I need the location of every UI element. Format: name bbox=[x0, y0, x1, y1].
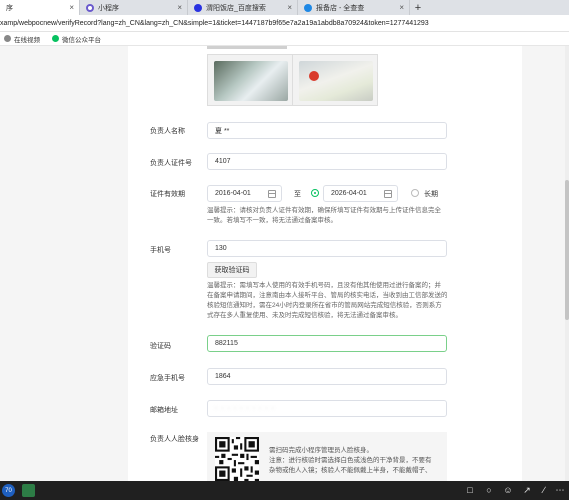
bookmark-video-label: 在线视频 bbox=[14, 36, 40, 44]
id-card-back-image[interactable] bbox=[292, 54, 378, 106]
id-card-front-photo bbox=[214, 61, 288, 101]
validity-to-text: 至 bbox=[294, 191, 301, 198]
face-verify-line: 需扫码完成小程序管理员人脸核身。 bbox=[269, 447, 373, 454]
bookmark-video[interactable]: 在线视频 bbox=[4, 34, 40, 44]
calendar-icon bbox=[384, 190, 392, 198]
square-icon[interactable]: □ bbox=[465, 485, 475, 495]
validity-tip: 温馨提示：请核对负责人证件有效期，确保所填写证件有效期与上传证件信息完全 一致。… bbox=[207, 206, 441, 226]
bookmark-wechat-mp[interactable]: 微信公众平台 bbox=[52, 34, 101, 44]
get-code-button[interactable]: 获取验证码 bbox=[207, 262, 257, 278]
tab-1-close-icon[interactable]: × bbox=[69, 3, 74, 12]
id-card-back-photo bbox=[299, 61, 373, 101]
emergency-phone-input[interactable]: 1864 bbox=[207, 368, 447, 385]
id-number-label: 负责人证件号 bbox=[150, 160, 192, 167]
scrollbar-thumb[interactable] bbox=[565, 180, 569, 320]
validity-tip-line: 温馨提示：请核对负责人证件有效期，确保所填写证件有效期与上传证件信息完全 bbox=[207, 207, 441, 214]
validity-end-value: 2026-04-01 bbox=[331, 190, 367, 197]
upload-caption bbox=[207, 46, 287, 49]
emergency-phone-label: 应急手机号 bbox=[150, 375, 185, 382]
calendar-icon bbox=[268, 190, 276, 198]
long-term-label: 长期 bbox=[424, 191, 438, 198]
tab-3-close-icon[interactable]: × bbox=[287, 3, 292, 12]
baidu-icon bbox=[194, 3, 202, 12]
face-verify-box: 需扫码完成小程序管理员人脸核身。 注意：进行核验时需选择白色或浅色的干净背景，不… bbox=[207, 432, 447, 482]
address-bar[interactable]: xamp/webpocnew/verifyRecord?lang=zh_CN&l… bbox=[0, 15, 569, 32]
long-term-radio[interactable] bbox=[411, 189, 419, 197]
validity-end-date[interactable]: 2026-04-01 bbox=[323, 185, 398, 202]
tab-4-close-icon[interactable]: × bbox=[399, 3, 404, 12]
emoji-icon[interactable]: ☺ bbox=[503, 485, 513, 495]
qcc-icon bbox=[304, 3, 312, 12]
tab-1[interactable]: 序 × bbox=[0, 0, 80, 15]
bookmark-wechat-label: 微信公众平台 bbox=[62, 36, 101, 44]
id-card-front-image[interactable] bbox=[207, 54, 293, 106]
phone-tip-line: 温馨提示：需填写本人使用的有效手机号码，且没有他其他使用过进行备案的；并 bbox=[207, 282, 441, 289]
end-date-radio[interactable] bbox=[311, 189, 319, 197]
id-number-input[interactable]: 4107 bbox=[207, 153, 447, 170]
arrow-icon[interactable]: ↗ bbox=[522, 485, 532, 495]
new-tab-button[interactable]: + bbox=[410, 0, 426, 15]
tab-4-title: 报备店 - 全查查 bbox=[316, 4, 365, 12]
tab-2-title: 小程序 bbox=[98, 4, 119, 12]
phone-tip-line: 在备案申请期间，注意南由本人接听平台、管局的核实电话，当收到由工信部发送的 bbox=[207, 292, 448, 299]
verify-code-input[interactable]: 882115 bbox=[207, 335, 447, 352]
national-emblem-icon bbox=[309, 71, 319, 81]
taskbar-wechat-icon[interactable] bbox=[22, 484, 35, 497]
qr-code-icon[interactable] bbox=[215, 437, 259, 481]
person-name-label: 负责人名称 bbox=[150, 128, 185, 135]
validity-label: 证件有效期 bbox=[150, 191, 185, 198]
more-icon[interactable]: ⋯ bbox=[555, 485, 565, 495]
validity-start-value: 2016-04-01 bbox=[215, 190, 251, 197]
face-verify-line: 注意：进行核验时需选择白色或浅色的干净背景，不要有 bbox=[269, 457, 432, 464]
wechat-icon bbox=[52, 35, 59, 42]
validity-start-date[interactable]: 2016-04-01 bbox=[207, 185, 282, 202]
face-verify-label: 负责人人脸核身 bbox=[150, 436, 199, 443]
face-verify-line: 杂物或他人入镜；核验人不能佩戴上半身，不能戴帽子、 bbox=[269, 467, 432, 474]
video-icon bbox=[4, 35, 11, 42]
email-input[interactable]: · · · · · · · · · · bbox=[207, 400, 447, 417]
taskbar-app-icon[interactable]: 70 bbox=[2, 484, 15, 497]
miniprogram-icon bbox=[86, 3, 94, 12]
email-value: · · · · · · · · · · bbox=[215, 405, 275, 412]
taskbar: 70 □ ○ ☺ ↗ ∕ ⋯ bbox=[0, 481, 569, 500]
face-verify-desc: 需扫码完成小程序管理员人脸核身。 注意：进行核验时需选择白色或浅色的干净背景，不… bbox=[269, 446, 445, 476]
phone-tip-line: 式存在多人重复使用、未及时完成短信核验，将无法通过备案审核。 bbox=[207, 312, 402, 319]
phone-input[interactable]: 130 bbox=[207, 240, 447, 257]
tab-2-close-icon[interactable]: × bbox=[177, 3, 182, 12]
tab-2[interactable]: 小程序 × bbox=[80, 0, 188, 15]
person-name-input[interactable]: 夏 ** bbox=[207, 122, 447, 139]
email-label: 邮箱地址 bbox=[150, 407, 178, 414]
tab-strip: 序 × 小程序 × 渭阳饭店_百度搜索 × 报备店 - 全查查 × + bbox=[0, 0, 569, 15]
tab-1-title: 序 bbox=[6, 4, 13, 12]
tab-3[interactable]: 渭阳饭店_百度搜索 × bbox=[188, 0, 298, 15]
bookmarks-bar: 在线视频 微信公众平台 bbox=[0, 32, 569, 46]
verify-code-label: 验证码 bbox=[150, 343, 171, 350]
phone-tip: 温馨提示：需填写本人使用的有效手机号码，且没有他其他使用过进行备案的；并 在备案… bbox=[207, 281, 448, 321]
phone-tip-line: 核验短信通知时，需在24小时内登录所在省市的管局网站完成短信核验，否则系方 bbox=[207, 302, 442, 309]
tab-3-title: 渭阳饭店_百度搜索 bbox=[206, 4, 266, 12]
validity-tip-line: 一致。若填写不一致，将无法通过备案审核。 bbox=[207, 217, 337, 224]
pen-icon[interactable]: ∕ bbox=[539, 485, 549, 495]
taskbar-badge: 70 bbox=[5, 487, 12, 494]
phone-label: 手机号 bbox=[150, 247, 171, 254]
tab-4[interactable]: 报备店 - 全查查 × bbox=[298, 0, 410, 15]
circle-icon[interactable]: ○ bbox=[484, 485, 494, 495]
